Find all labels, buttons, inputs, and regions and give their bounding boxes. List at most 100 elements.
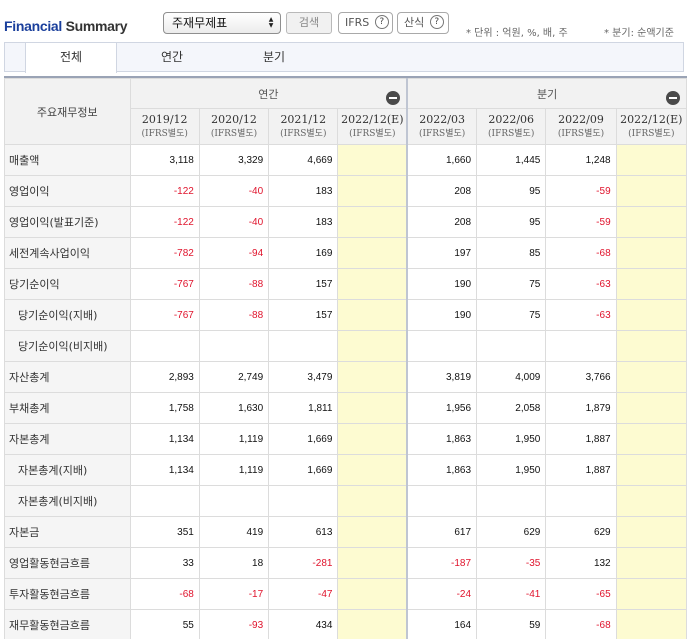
table-row: 자본금 351 419 613 617 629 629 bbox=[4, 516, 687, 548]
table-cell: 434 bbox=[268, 609, 339, 639]
help-icon: ? bbox=[429, 15, 444, 29]
help-icon: ? bbox=[374, 15, 389, 29]
table-cell: 1,669 bbox=[268, 423, 339, 455]
period-label: 2022/12(E) bbox=[620, 112, 683, 126]
table-cell: -63 bbox=[545, 299, 617, 331]
financial-summary-table-wrap: 주요재무정보 연간 분기 2019/12 (IFRS별도) 2020/12 (IFRS… bbox=[4, 76, 687, 639]
table-cell: 1,758 bbox=[129, 392, 200, 424]
tab-quarter[interactable]: 분기 bbox=[227, 43, 321, 71]
table-cell: 1,863 bbox=[406, 454, 478, 486]
table-cell: -187 bbox=[406, 547, 478, 579]
table-cell: -68 bbox=[129, 578, 200, 610]
table-cell: -40 bbox=[198, 175, 270, 207]
table-cell: 3,118 bbox=[129, 144, 200, 176]
row-label: 당기순이익(비지배) bbox=[4, 330, 131, 362]
table-cell bbox=[615, 454, 687, 486]
row-label: 영업이익 bbox=[4, 175, 131, 207]
table-cell: -93 bbox=[198, 609, 270, 639]
table-cell bbox=[615, 485, 687, 517]
row-label: 부채총계 bbox=[4, 392, 131, 424]
table-cell: 3,766 bbox=[545, 361, 617, 393]
table-cell: 197 bbox=[406, 237, 478, 269]
toolbar: Financial Summary 주재무제표 ▲ ▼ 검색 IFRS ? 산식 … bbox=[0, 0, 687, 42]
table-cell: -767 bbox=[129, 268, 200, 300]
period-header: 2019/12 (IFRS별도) bbox=[129, 108, 200, 145]
table-row: 자본총계(지배) 1,134 1,119 1,669 1,863 1,950 1,887 bbox=[4, 454, 687, 486]
table-cell: 613 bbox=[268, 516, 339, 548]
table-cell: 3,329 bbox=[198, 144, 270, 176]
table-cell: 1,248 bbox=[545, 144, 617, 176]
table-row: 당기순이익(비지배) bbox=[4, 330, 687, 362]
formula-button[interactable]: 산식 ? bbox=[397, 12, 449, 34]
table-cell: 95 bbox=[476, 175, 547, 207]
table-cell bbox=[545, 330, 617, 362]
search-button[interactable]: 검색 bbox=[286, 12, 332, 34]
table-body: 매출액 3,118 3,329 4,669 1,660 1,445 1,248 영업이익 -12… bbox=[4, 144, 687, 639]
table-row: 영업이익 -122 -40 183 208 95 -59 bbox=[4, 175, 687, 207]
table-row: 영업활동현금흐름 33 18 -281 -187 -35 132 bbox=[4, 547, 687, 579]
table-cell: 190 bbox=[406, 268, 478, 300]
period-basis: (IFRS별도) bbox=[418, 128, 466, 139]
table-cell bbox=[337, 547, 408, 579]
table-cell bbox=[615, 237, 687, 269]
column-header-item: 주요재무정보 bbox=[4, 78, 131, 145]
table-cell bbox=[406, 485, 478, 517]
ifrs-button[interactable]: IFRS ? bbox=[338, 12, 393, 34]
table-cell bbox=[268, 485, 339, 517]
group-header-annual: 연간 bbox=[129, 78, 408, 109]
group-header-quarter: 분기 bbox=[406, 78, 687, 109]
period-label: 2022/06 bbox=[488, 112, 535, 126]
table-cell: 4,009 bbox=[476, 361, 547, 393]
table-cell bbox=[615, 206, 687, 238]
table-cell: 629 bbox=[476, 516, 547, 548]
table-cell: 629 bbox=[545, 516, 617, 548]
table-cell bbox=[476, 485, 547, 517]
select-arrows-icon: ▲ ▼ bbox=[268, 16, 274, 29]
table-cell bbox=[198, 330, 270, 362]
table-row: 세전계속사업이익 -782 -94 169 197 85 -68 bbox=[4, 237, 687, 269]
period-label: 2021/12 bbox=[280, 112, 327, 126]
table-cell: -65 bbox=[545, 578, 617, 610]
table-cell: -88 bbox=[198, 299, 270, 331]
table-cell: 18 bbox=[198, 547, 270, 579]
table-row: 자산총계 2,893 2,749 3,479 3,819 4,009 3,766 bbox=[4, 361, 687, 393]
table-cell: -59 bbox=[545, 175, 617, 207]
table-cell: -122 bbox=[129, 175, 200, 207]
table-cell: 208 bbox=[406, 206, 478, 238]
row-label: 당기순이익(지배) bbox=[4, 299, 131, 331]
row-label: 세전계속사업이익 bbox=[4, 237, 131, 269]
table-cell bbox=[615, 578, 687, 610]
collapse-annual-icon[interactable] bbox=[386, 91, 401, 105]
table-cell bbox=[337, 485, 408, 517]
tab-all[interactable]: 전체 bbox=[25, 43, 117, 73]
period-note: * 분기: 순액기준 bbox=[604, 28, 674, 39]
table-cell: 75 bbox=[476, 299, 547, 331]
table-cell: 2,058 bbox=[476, 392, 547, 424]
table-cell bbox=[545, 485, 617, 517]
table-cell: -767 bbox=[129, 299, 200, 331]
period-label: 2019/12 bbox=[141, 112, 188, 126]
table-cell: -63 bbox=[545, 268, 617, 300]
table-cell bbox=[615, 361, 687, 393]
statement-select[interactable]: 주재무제표 ▲ ▼ bbox=[163, 12, 281, 34]
group-label-quarter: 분기 bbox=[536, 87, 558, 101]
table-cell: 1,445 bbox=[476, 144, 547, 176]
table-cell bbox=[129, 485, 200, 517]
tab-annual[interactable]: 연간 bbox=[125, 43, 219, 71]
table-cell: -122 bbox=[129, 206, 200, 238]
table-cell bbox=[337, 268, 408, 300]
period-header: 2021/12 (IFRS별도) bbox=[268, 108, 339, 145]
table-cell bbox=[337, 237, 408, 269]
table-cell: 157 bbox=[268, 299, 339, 331]
table-cell: 1,811 bbox=[268, 392, 339, 424]
table-row: 부채총계 1,758 1,630 1,811 1,956 2,058 1,879 bbox=[4, 392, 687, 424]
period-basis: (IFRS별도) bbox=[488, 128, 535, 139]
table-cell bbox=[337, 299, 408, 331]
period-header: 2022/09 (IFRS별도) bbox=[545, 108, 617, 145]
collapse-quarter-icon[interactable] bbox=[666, 91, 680, 105]
table-cell bbox=[337, 361, 408, 393]
table-cell: 85 bbox=[476, 237, 547, 269]
table-cell: 190 bbox=[406, 299, 478, 331]
table-cell bbox=[337, 423, 408, 455]
table-cell bbox=[337, 144, 408, 176]
